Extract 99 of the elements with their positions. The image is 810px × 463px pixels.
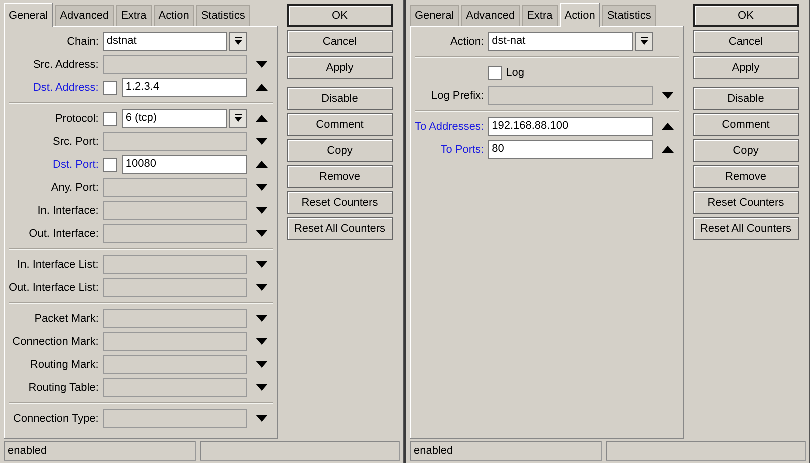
expand-down-icon[interactable] [256,415,268,422]
dialog-button[interactable]: Comment [693,113,799,136]
field-label: Connection Mark: [12,336,99,348]
field-label: Out. Interface List: [9,282,99,294]
field-label: In. Interface: [36,204,99,216]
tab[interactable]: General [410,5,460,26]
input-field[interactable] [102,332,247,351]
tab[interactable]: Advanced [55,5,114,26]
expand-down-icon[interactable] [256,361,268,368]
tab[interactable]: Extra [116,5,152,26]
dialog-button[interactable]: Reset All Counters [693,217,799,240]
expand-down-icon[interactable] [256,138,268,145]
input-field[interactable] [102,132,247,151]
input-field[interactable]: 80 [488,140,653,159]
dialog-button[interactable]: Disable [693,87,799,110]
dialog-button[interactable]: Apply [287,56,393,79]
input-field[interactable]: 10080 [122,155,247,174]
negate-checkbox[interactable] [102,112,117,126]
input-field[interactable]: dst-nat [488,32,633,51]
input-field[interactable] [102,178,247,197]
dropdown-button[interactable] [229,109,247,128]
dialog-button[interactable]: Reset Counters [693,191,799,214]
tab[interactable]: Statistics [602,5,656,26]
dialog-button[interactable]: Disable [287,87,393,110]
field-label: Dst. Address: [32,82,99,94]
dropdown-icon [640,37,648,46]
expand-down-icon[interactable] [256,315,268,322]
status-text: enabled [4,441,196,461]
field-label: Routing Mark: [29,358,99,370]
expand-down-icon[interactable] [256,230,268,237]
input-field[interactable] [102,55,247,74]
dialog-button[interactable]: Comment [287,113,393,136]
expand-down-icon[interactable] [256,284,268,291]
field-label: Action: [449,36,484,48]
dialog-button[interactable]: OK [693,4,799,27]
input-field[interactable]: 192.168.88.100 [488,117,653,136]
field-label: In. Interface List: [16,258,99,270]
expand-down-icon[interactable] [662,92,674,99]
tab[interactable]: Action [560,3,600,27]
dialog-button[interactable]: Copy [693,139,799,162]
field-label: To Ports: [440,144,484,156]
status-text: enabled [410,441,602,461]
collapse-up-icon[interactable] [662,146,674,153]
expand-down-icon[interactable] [256,338,268,345]
input-field[interactable] [102,255,247,274]
dialog-button[interactable]: Apply [693,56,799,79]
input-field[interactable]: dstnat [102,32,227,51]
field-label: Log Prefix: [430,90,484,102]
field-label: To Addresses: [415,120,484,132]
dropdown-button[interactable] [635,32,653,51]
collapse-up-icon[interactable] [662,123,674,130]
dialog-button[interactable]: Remove [287,165,393,188]
field-label: Src. Address: [32,58,99,70]
tab[interactable]: Action [154,5,194,26]
input-field[interactable] [102,409,247,428]
input-field[interactable]: 6 (tcp) [122,109,227,128]
tab[interactable]: Extra [522,5,558,26]
expand-down-icon[interactable] [256,384,268,391]
dialog-button[interactable]: Copy [287,139,393,162]
dialog-button[interactable]: Reset Counters [287,191,393,214]
field-label: Dst. Port: [52,158,99,170]
collapse-up-icon[interactable] [256,161,268,168]
input-field[interactable] [102,378,247,397]
expand-down-icon[interactable] [256,261,268,268]
collapse-up-icon[interactable] [256,115,268,122]
dialog-button[interactable]: Cancel [287,30,393,53]
input-field[interactable] [102,224,247,243]
tab[interactable]: Advanced [461,5,520,26]
field-label: Packet Mark: [34,312,99,324]
input-field[interactable] [488,86,653,105]
checkbox-label: Log [506,66,524,78]
negate-checkbox[interactable] [102,80,117,94]
dropdown-icon [234,114,242,123]
expand-down-icon[interactable] [256,207,268,214]
field-label: Src. Port: [52,136,99,148]
negate-checkbox[interactable] [102,158,117,172]
collapse-up-icon[interactable] [256,84,268,91]
input-field[interactable]: 1.2.3.4 [122,78,247,97]
field-label: Protocol: [54,112,99,124]
dialog-button[interactable]: OK [287,4,393,27]
tab[interactable]: General [4,3,54,27]
field-label: Any. Port: [50,182,99,194]
field-label: Out. Interface: [28,228,99,240]
input-field[interactable] [102,355,247,374]
field-label: Routing Table: [28,382,99,394]
dialog-button[interactable]: Reset All Counters [287,217,393,240]
input-field[interactable] [102,201,247,220]
expand-down-icon[interactable] [256,61,268,68]
field-label: Connection Type: [12,412,99,424]
input-field[interactable] [102,309,247,328]
dropdown-icon [234,37,242,46]
checkbox[interactable] [488,66,502,80]
dialog-button[interactable]: Remove [693,165,799,188]
tab[interactable]: Statistics [196,5,250,26]
dialog-button[interactable]: Cancel [693,30,799,53]
input-field[interactable] [102,278,247,297]
dropdown-button[interactable] [229,32,247,51]
expand-down-icon[interactable] [256,184,268,191]
field-label: Chain: [66,36,99,48]
